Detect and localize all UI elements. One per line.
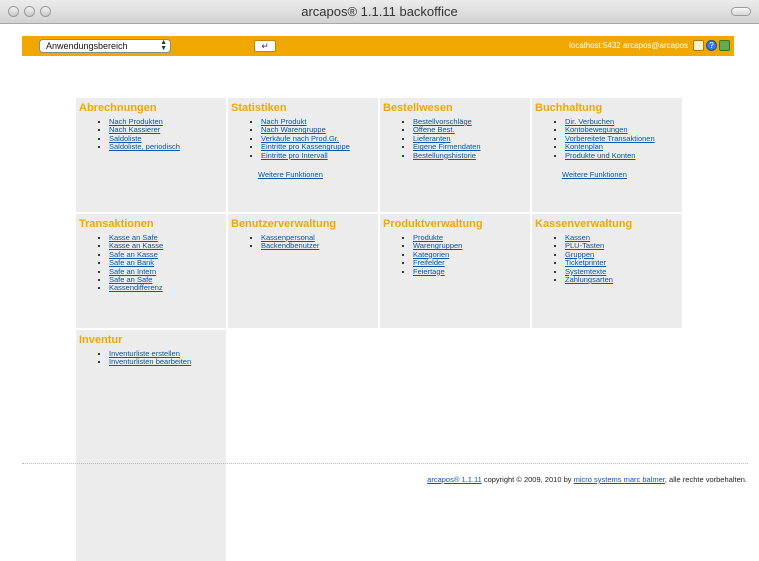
section-title: Abrechnungen <box>79 102 157 114</box>
section-link-list: Inventurliste erstellenInventurlisten be… <box>79 349 223 367</box>
home-icon[interactable] <box>693 40 704 51</box>
footer-divider <box>22 463 748 464</box>
section-link-list: KassenPLU-TastenGruppenTicketprinterSyst… <box>535 233 679 284</box>
section-panel: Produktverwaltung ProdukteWarengruppenKat… <box>380 214 530 328</box>
section-title: Benutzerverwaltung <box>231 218 337 230</box>
list-item: Eintritte pro Intervall <box>261 151 375 160</box>
list-item: Bestellungshistorie <box>413 151 527 160</box>
copyright-text: copyright © 2009, 2010 by <box>481 475 574 484</box>
function-link[interactable]: Bestellungshistorie <box>413 151 476 160</box>
section-link-list: ProdukteWarengruppenKategorienFreifelder… <box>383 233 527 276</box>
list-item: Produkte und Konten <box>565 151 679 160</box>
section-link-list: Nach ProduktNach WarengruppeVerkäufe nac… <box>231 117 375 160</box>
function-link[interactable]: Backendbenutzer <box>261 241 319 250</box>
section-panel: Benutzerverwaltung KassenpersonalBackendb… <box>228 214 378 328</box>
section-link-list: Dir. VerbuchenKontobewegungenVorbereitet… <box>535 117 679 160</box>
rights-text: , alle rechte vorbehalten. <box>664 475 747 484</box>
function-grid: Abrechnungen Nach ProduktenNach Kassierer… <box>76 98 682 561</box>
function-link[interactable]: Inventurlisten bearbeiten <box>109 357 191 366</box>
function-link[interactable]: Produkte und Konten <box>565 151 635 160</box>
more-functions-link[interactable]: Weitere Funktionen <box>258 170 375 179</box>
section-panel: Kassenverwaltung KassenPLU-TastenGruppenT… <box>532 214 682 328</box>
section-panel: Bestellwesen BestellvorschlägeOffene Best… <box>380 98 530 212</box>
section-link-list: KassenpersonalBackendbenutzer <box>231 233 375 251</box>
section-title: Transaktionen <box>79 218 154 230</box>
section-title: Buchhaltung <box>535 102 603 114</box>
section-panel: Abrechnungen Nach ProduktenNach Kassierer… <box>76 98 226 212</box>
function-link[interactable]: Eintritte pro Intervall <box>261 151 328 160</box>
function-link[interactable]: Kassendifferenz <box>109 283 163 292</box>
list-item: Feiertage <box>413 267 527 276</box>
section-title: Inventur <box>79 334 123 346</box>
section-panel: Inventur Inventurliste erstellenInventurl… <box>76 330 226 561</box>
section-panel: Buchhaltung Dir. VerbuchenKontobewegungen… <box>532 98 682 212</box>
section-link-list: Nach ProduktenNach KassiererSaldolisteSa… <box>79 117 223 152</box>
window-title: arcapos® 1.1.11 backoffice <box>301 4 458 19</box>
function-link[interactable]: Zahlungsarten <box>565 275 613 284</box>
application-area-select-value: Anwendungsbereich <box>46 41 128 51</box>
help-icon[interactable]: ? <box>706 40 717 51</box>
more-functions-link[interactable]: Weitere Funktionen <box>562 170 679 179</box>
section-panel: Statistiken Nach ProduktNach WarengruppeV… <box>228 98 378 212</box>
select-arrows-icon: ▲ ▼ <box>160 39 167 52</box>
window-titlebar: arcapos® 1.1.11 backoffice <box>0 0 759 24</box>
list-item: Inventurlisten bearbeiten <box>109 358 223 366</box>
section-link-list: BestellvorschlägeOffene Best.Lieferanten… <box>383 117 527 160</box>
toolbar-toggle-button[interactable] <box>731 7 751 16</box>
list-item: Zahlungsarten <box>565 275 679 284</box>
section-title: Bestellwesen <box>383 102 453 114</box>
company-link[interactable]: micro systems marc balmer <box>574 475 665 484</box>
section-title: Produktverwaltung <box>383 218 483 230</box>
function-link[interactable]: Saldoliste, periodisch <box>109 142 180 151</box>
footer: arcapos® 1.1.11 copyright © 2009, 2010 b… <box>427 475 747 484</box>
connection-info: localhost:5432 arcapos@arcapos <box>569 41 688 50</box>
logout-icon[interactable] <box>719 40 730 51</box>
application-area-select[interactable]: Anwendungsbereich ▲ ▼ <box>39 39 171 53</box>
product-link[interactable]: arcapos® 1.1.11 <box>427 475 482 484</box>
list-item: Saldoliste, periodisch <box>109 143 223 151</box>
section-title: Statistiken <box>231 102 287 114</box>
function-link[interactable]: Feiertage <box>413 267 445 276</box>
section-title: Kassenverwaltung <box>535 218 633 230</box>
section-panel: Transaktionen Kasse an SafeKasse an Kasse… <box>76 214 226 328</box>
top-toolbar: Anwendungsbereich ▲ ▼ ↵ localhost:5432 ar… <box>22 36 734 56</box>
go-button[interactable]: ↵ <box>254 40 276 52</box>
section-link-list: Kasse an SafeKasse an KasseSafe an Kasse… <box>79 233 223 293</box>
list-item: Kassendifferenz <box>109 284 223 292</box>
list-item: Backendbenutzer <box>261 242 375 250</box>
